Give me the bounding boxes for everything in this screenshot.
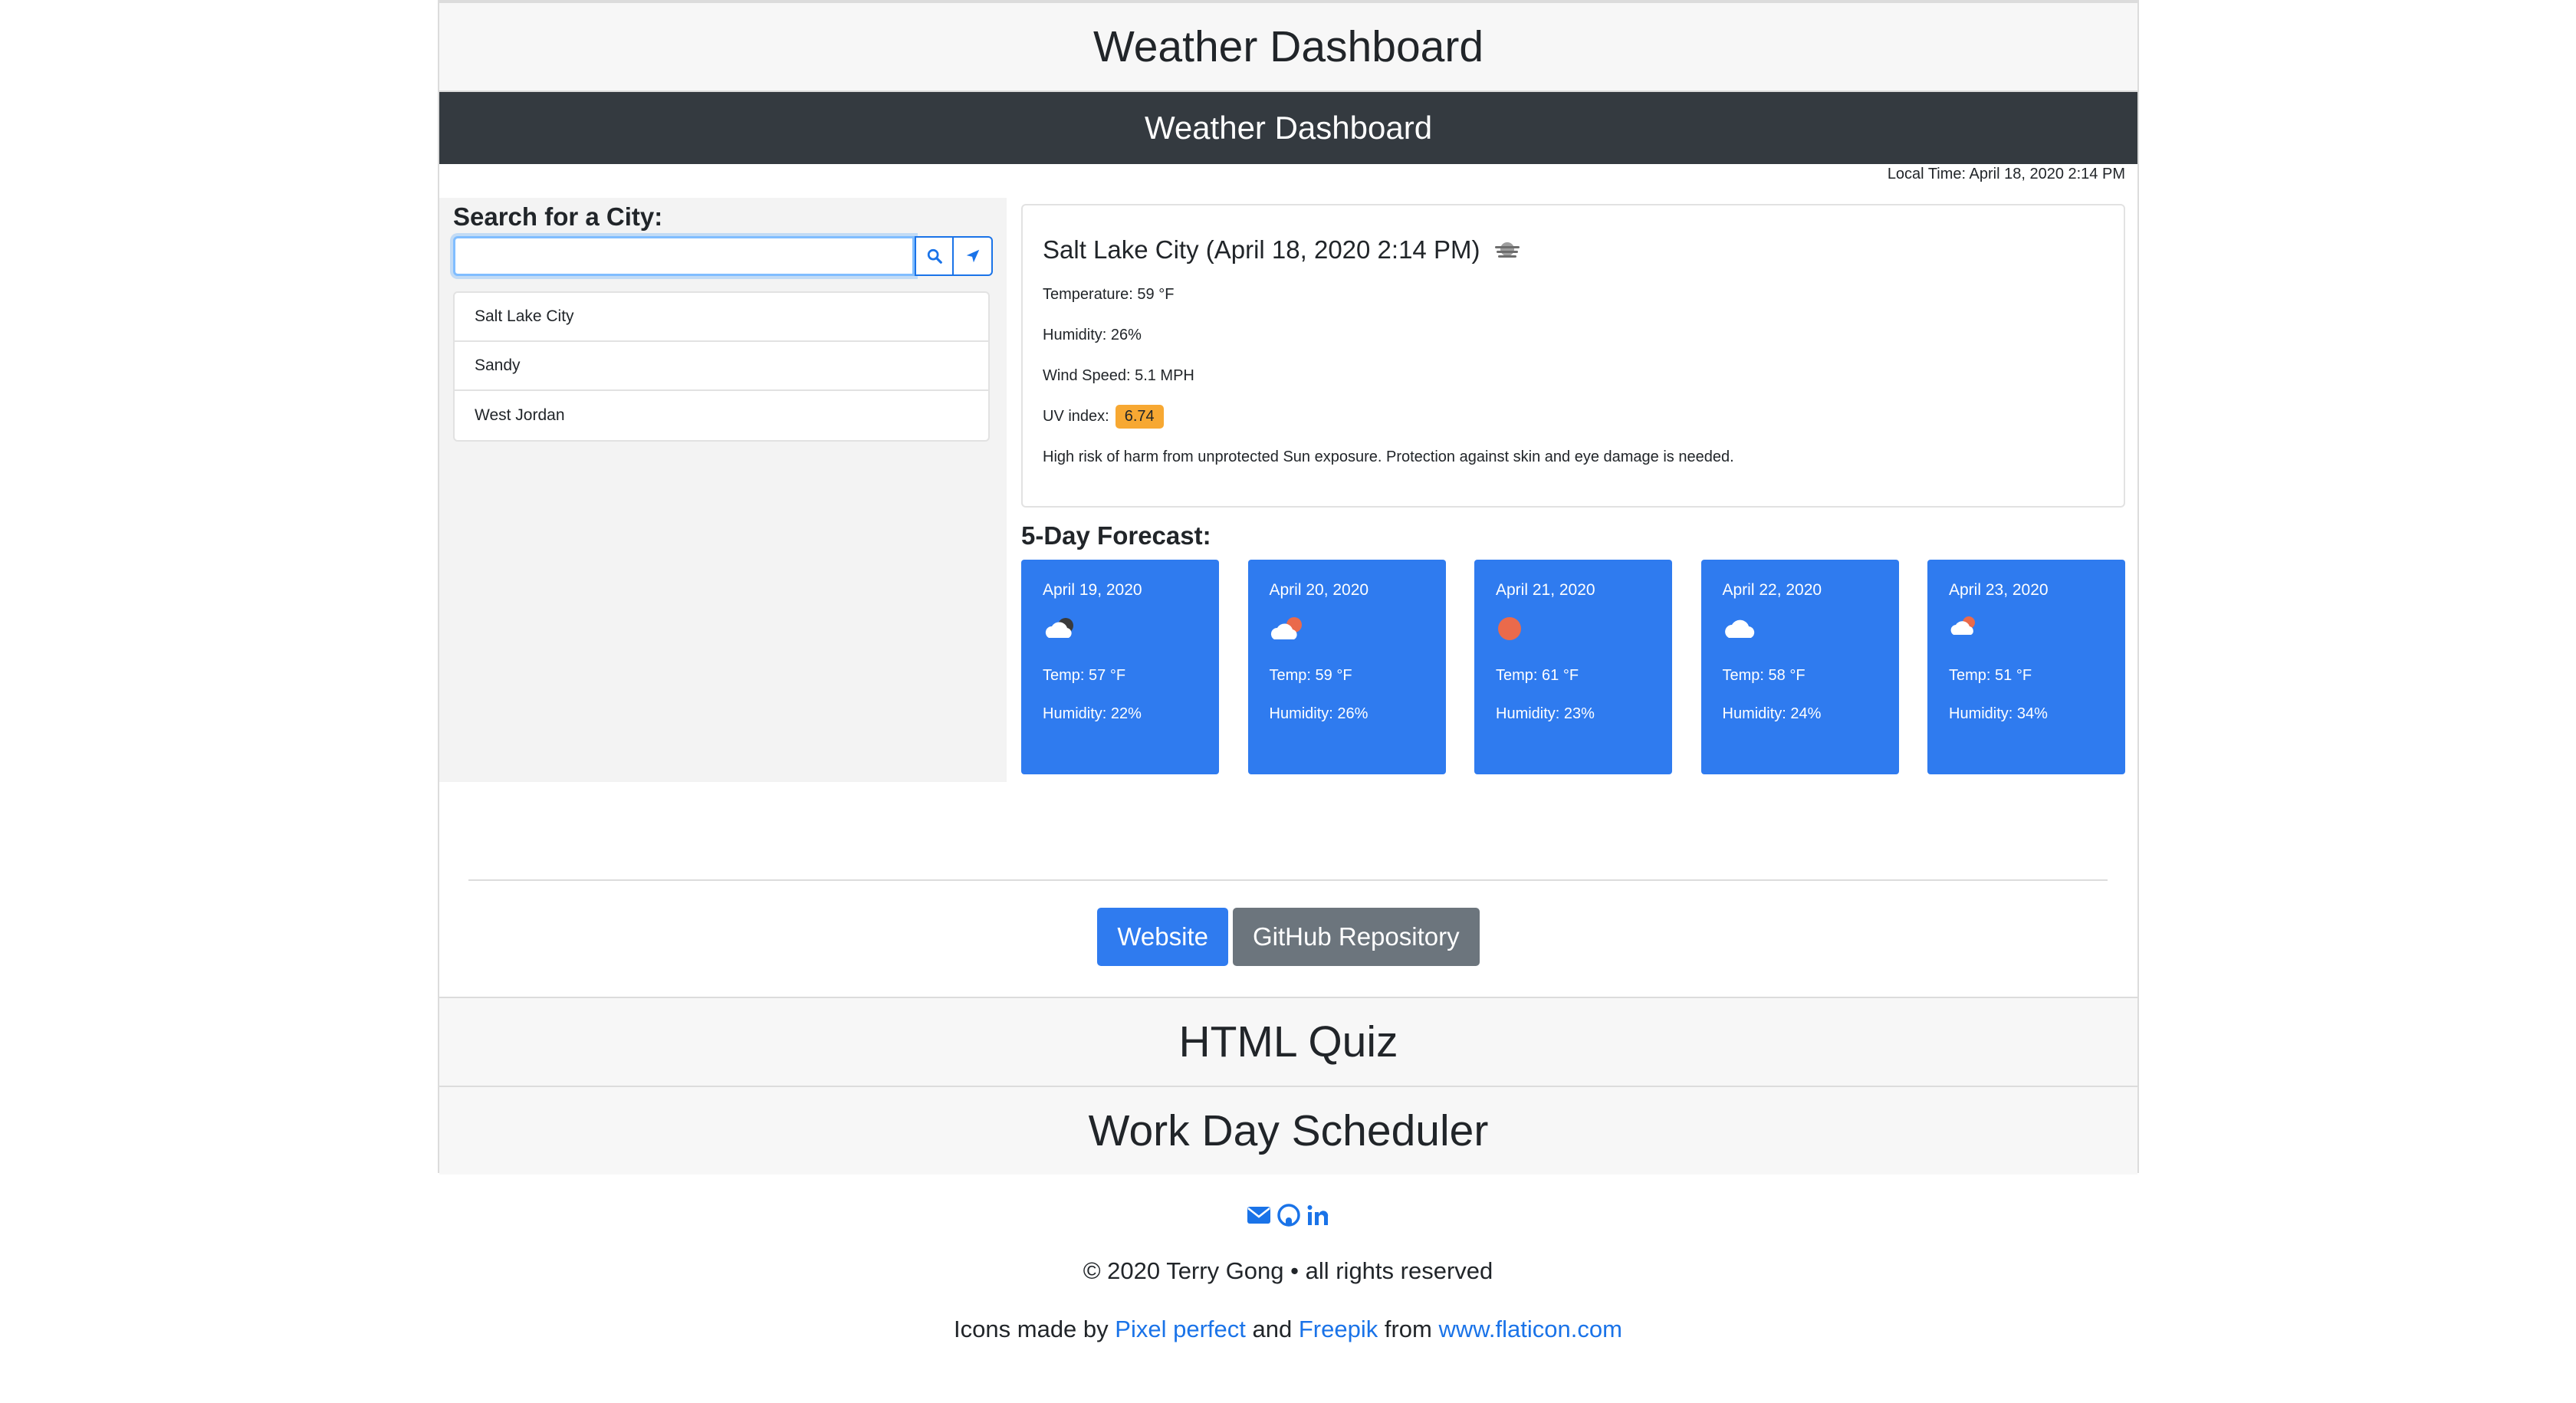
uv-label: UV index: <box>1043 408 1109 425</box>
forecast-temp: Temp: 59 °F <box>1269 667 1352 684</box>
forecast-card: April 20, 2020 Temp: 59 °F Humidity: 26% <box>1247 560 1446 774</box>
forecast-date: April 20, 2020 <box>1269 581 1369 599</box>
forecast-card: April 23, 2020 Temp: 51 °F Humidity: 34% <box>1927 560 2125 774</box>
cloud-sun-icon <box>1270 607 1424 650</box>
forecast-card: April 21, 2020 Temp: 61 °F Humidity: 23% <box>1474 560 1672 774</box>
search-sidebar: Search for a City: Salt Lake City Sandy … <box>439 198 1007 782</box>
forecast-humidity: Humidity: 24% <box>1722 705 1822 722</box>
project-title: Weather Dashboard <box>1092 22 1484 71</box>
current-wind: Wind Speed: 5.1 MPH <box>1043 367 1194 384</box>
sun-icon <box>1496 607 1651 650</box>
cloud-night-icon <box>1043 607 1198 650</box>
uv-badge: 6.74 <box>1115 405 1164 429</box>
search-button[interactable] <box>915 236 954 276</box>
credit-link-pixel-perfect[interactable]: Pixel perfect <box>1115 1316 1246 1342</box>
city-item[interactable]: Salt Lake City <box>455 293 988 342</box>
forecast-title: 5-Day Forecast: <box>1021 521 1211 550</box>
locate-button[interactable] <box>954 236 993 276</box>
forecast-humidity: Humidity: 26% <box>1269 705 1368 722</box>
app-banner-title: Weather Dashboard <box>1144 110 1433 146</box>
forecast-temp: Temp: 51 °F <box>1949 667 2032 684</box>
credit-link-freepik[interactable]: Freepik <box>1299 1316 1378 1342</box>
credits-prefix: Icons made by <box>954 1316 1109 1342</box>
forecast-temp: Temp: 61 °F <box>1496 667 1579 684</box>
forecast-humidity: Humidity: 34% <box>1949 705 2048 722</box>
forecast-temp: Temp: 58 °F <box>1722 667 1806 684</box>
app-banner: Weather Dashboard <box>439 92 2137 164</box>
project-title: Work Day Scheduler <box>1088 1106 1489 1155</box>
project-header-weather[interactable]: Weather Dashboard <box>439 3 2137 92</box>
city-item[interactable]: West Jordan <box>455 391 988 440</box>
social-links <box>0 1196 2576 1234</box>
envelope-icon[interactable] <box>1247 1205 1271 1225</box>
search-row <box>453 236 993 276</box>
current-uv-row: UV index: 6.74 <box>1043 404 2104 429</box>
forecast-temp: Temp: 57 °F <box>1043 667 1126 684</box>
search-icon <box>927 248 942 264</box>
current-title-row: Salt Lake City (April 18, 2020 2:14 PM) <box>1043 233 2104 267</box>
project-title: HTML Quiz <box>1178 1017 1398 1066</box>
github-icon[interactable] <box>1277 1204 1300 1227</box>
linkedin-icon[interactable] <box>1306 1204 1329 1227</box>
project-header-scheduler[interactable]: Work Day Scheduler <box>439 1086 2137 1175</box>
website-button[interactable]: Website <box>1097 908 1228 966</box>
forecast-card: April 22, 2020 Temp: 58 °F Humidity: 24% <box>1700 560 1899 774</box>
forecast-date: April 22, 2020 <box>1722 581 1822 599</box>
github-repository-button[interactable]: GitHub Repository <box>1233 908 1480 966</box>
current-weather-card: Salt Lake City (April 18, 2020 2:14 PM) … <box>1021 204 2125 508</box>
forecast-humidity: Humidity: 23% <box>1496 705 1595 722</box>
city-item[interactable]: Sandy <box>455 342 988 391</box>
forecast-card: April 19, 2020 Temp: 57 °F Humidity: 22% <box>1021 560 1219 774</box>
forecast-row: April 19, 2020 Temp: 57 °F Humidity: 22%… <box>1021 560 2125 774</box>
current-humidity: Humidity: 26% <box>1043 327 1142 343</box>
cloud-icon <box>1723 607 1878 650</box>
project-links: Website GitHub Repository <box>439 908 2137 966</box>
forecast-date: April 19, 2020 <box>1043 581 1142 599</box>
city-history-list: Salt Lake City Sandy West Jordan <box>453 291 990 442</box>
forecast-date: April 23, 2020 <box>1949 581 2049 599</box>
project-header-quiz[interactable]: HTML Quiz <box>439 997 2137 1086</box>
credits-and: and <box>1252 1316 1293 1342</box>
footer: © 2020 Terry Gong • all rights reserved … <box>0 1196 2576 1343</box>
uv-note: High risk of harm from unprotected Sun e… <box>1043 449 1734 465</box>
location-arrow-icon <box>966 249 979 263</box>
credits-from: from <box>1384 1316 1432 1342</box>
divider <box>468 879 2108 881</box>
credit-link-flaticon[interactable]: www.flaticon.com <box>1438 1316 1622 1342</box>
copyright: © 2020 Terry Gong • all rights reserved <box>1083 1257 1493 1284</box>
city-search-input[interactable] <box>453 236 915 276</box>
current-title: Salt Lake City (April 18, 2020 2:14 PM) <box>1043 235 1480 264</box>
local-time: Local Time: April 18, 2020 2:14 PM <box>1887 166 2125 182</box>
current-temperature: Temperature: 59 °F <box>1043 286 1175 303</box>
forecast-date: April 21, 2020 <box>1496 581 1595 599</box>
haze-icon <box>1492 238 1523 268</box>
search-heading: Search for a City: <box>453 202 663 231</box>
portfolio-container: Weather Dashboard Weather Dashboard Loca… <box>438 0 2139 1175</box>
forecast-humidity: Humidity: 22% <box>1043 705 1142 722</box>
cloud-sun-icon <box>1949 607 2104 650</box>
icon-credits: Icons made by Pixel perfect and Freepik … <box>0 1316 2576 1343</box>
